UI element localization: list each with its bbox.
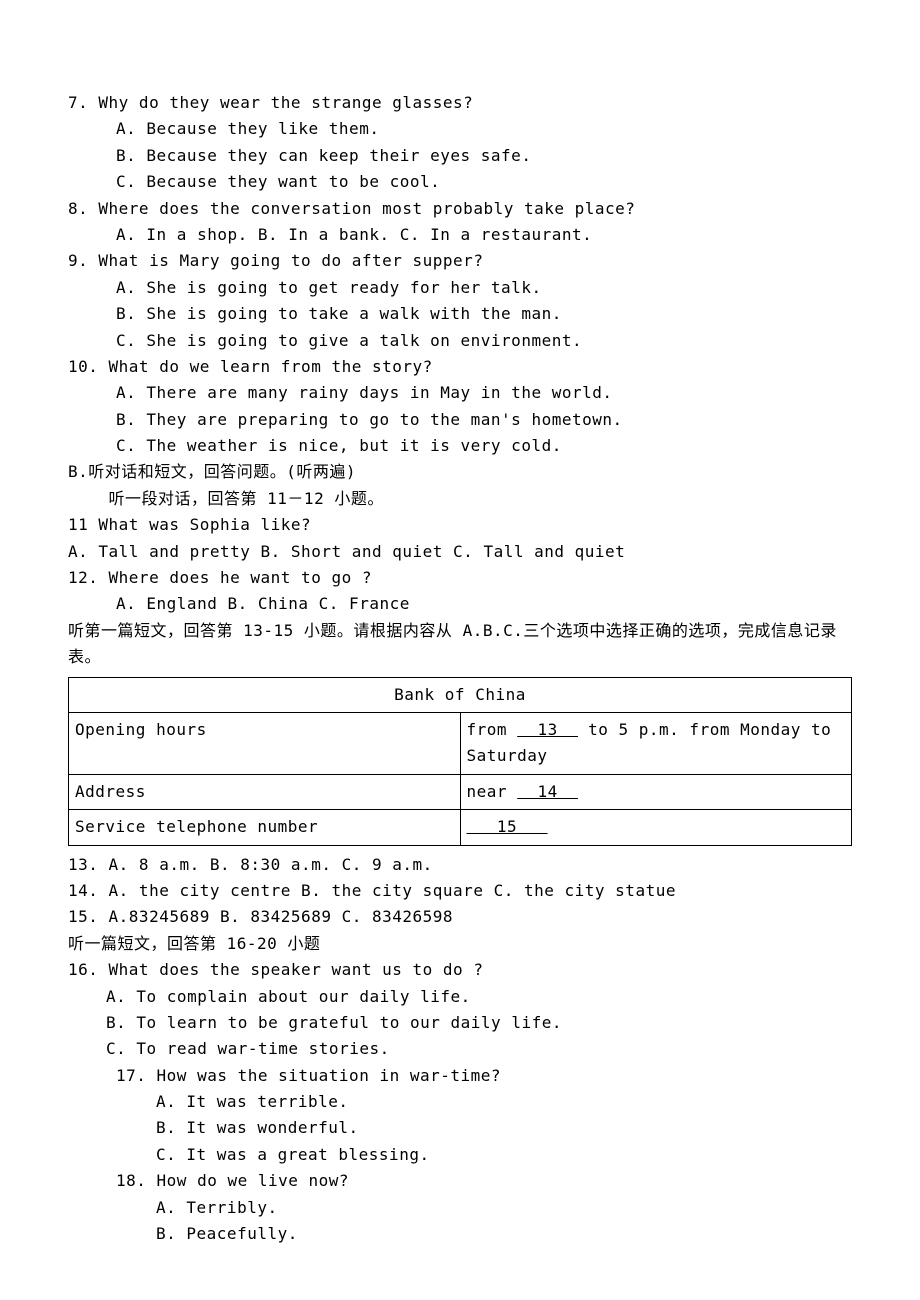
option-a: A. Because they like them. xyxy=(116,116,852,142)
options-inline: A. In a shop. B. In a bank. C. In a rest… xyxy=(68,222,852,248)
passage-2-instruction: 听一篇短文，回答第 16-20 小题 xyxy=(68,931,852,957)
option-b: B. It was wonderful. xyxy=(156,1115,852,1141)
table-header: Bank of China xyxy=(69,677,852,712)
question-text: 11 What was Sophia like? xyxy=(68,512,852,538)
question-text: 16. What does the speaker want us to do … xyxy=(68,957,852,983)
option-a: A. To complain about our daily life. xyxy=(106,984,852,1010)
table-row-value: from 13 to 5 p.m. from Monday to Saturda… xyxy=(460,712,852,774)
option-c: C. She is going to give a talk on enviro… xyxy=(116,328,852,354)
question-11: 11 What was Sophia like? A. Tall and pre… xyxy=(68,512,852,565)
question-10: 10. What do we learn from the story? A. … xyxy=(68,354,852,460)
question-17: 17. How was the situation in war-time? xyxy=(68,1063,852,1089)
option-c: C. Because they want to be cool. xyxy=(116,169,852,195)
section-b-sub: 听一段对话，回答第 11－12 小题。 xyxy=(68,486,852,512)
question-text: 8. Where does the conversation most prob… xyxy=(68,196,852,222)
table-row-value: 15 xyxy=(460,810,852,845)
option-a: A. It was terrible. xyxy=(156,1089,852,1115)
value-text: near xyxy=(467,782,518,801)
question-text: 17. How was the situation in war-time? xyxy=(116,1063,852,1089)
option-b: B. They are preparing to go to the man's… xyxy=(116,407,852,433)
question-14: 14. A. the city centre B. the city squar… xyxy=(68,878,852,904)
table-row-value: near 14 xyxy=(460,774,852,809)
options-inline: A. Tall and pretty B. Short and quiet C.… xyxy=(68,539,852,565)
value-text: from xyxy=(467,720,518,739)
question-15: 15. A.83245689 B. 83425689 C. 83426598 xyxy=(68,904,852,930)
question-text: 9. What is Mary going to do after supper… xyxy=(68,248,852,274)
fill-blank: 14 xyxy=(517,782,578,801)
option-a: A. There are many rainy days in May in t… xyxy=(116,380,852,406)
info-table: Bank of China Opening hours from 13 to 5… xyxy=(68,677,852,846)
fill-blank: 15 xyxy=(467,817,548,836)
option-b: B. To learn to be grateful to our daily … xyxy=(106,1010,852,1036)
option-b: B. She is going to take a walk with the … xyxy=(116,301,852,327)
option-b: B. Because they can keep their eyes safe… xyxy=(116,143,852,169)
option-a: A. She is going to get ready for her tal… xyxy=(116,275,852,301)
question-text: 12. Where does he want to go ? xyxy=(68,565,852,591)
option-c: C. It was a great blessing. xyxy=(156,1142,852,1168)
document-body: 7. Why do they wear the strange glasses?… xyxy=(68,90,852,1247)
option-c: C. To read war-time stories. xyxy=(106,1036,852,1062)
question-13: 13. A. 8 a.m. B. 8:30 a.m. C. 9 a.m. xyxy=(68,852,852,878)
question-text: 18. How do we live now? xyxy=(116,1168,852,1194)
question-12: 12. Where does he want to go ? A. Englan… xyxy=(68,565,852,618)
question-text: 7. Why do they wear the strange glasses? xyxy=(68,90,852,116)
question-18: 18. How do we live now? xyxy=(68,1168,852,1194)
question-9: 9. What is Mary going to do after supper… xyxy=(68,248,852,354)
passage-1-instruction: 听第一篇短文，回答第 13-15 小题。请根据内容从 A.B.C.三个选项中选择… xyxy=(68,618,852,671)
question-text: 10. What do we learn from the story? xyxy=(68,354,852,380)
question-7: 7. Why do they wear the strange glasses?… xyxy=(68,90,852,196)
option-c: C. The weather is nice, but it is very c… xyxy=(116,433,852,459)
question-16: 16. What does the speaker want us to do … xyxy=(68,957,852,1063)
section-b-header: B.听对话和短文，回答问题。(听两遍) xyxy=(68,459,852,485)
question-8: 8. Where does the conversation most prob… xyxy=(68,196,852,249)
table-row-label: Opening hours xyxy=(69,712,461,774)
table-row-label: Service telephone number xyxy=(69,810,461,845)
table-row-label: Address xyxy=(69,774,461,809)
option-a: A. Terribly. xyxy=(156,1195,852,1221)
options-inline: A. England B. China C. France xyxy=(68,591,852,617)
option-b: B. Peacefully. xyxy=(156,1221,852,1247)
fill-blank: 13 xyxy=(517,720,578,739)
